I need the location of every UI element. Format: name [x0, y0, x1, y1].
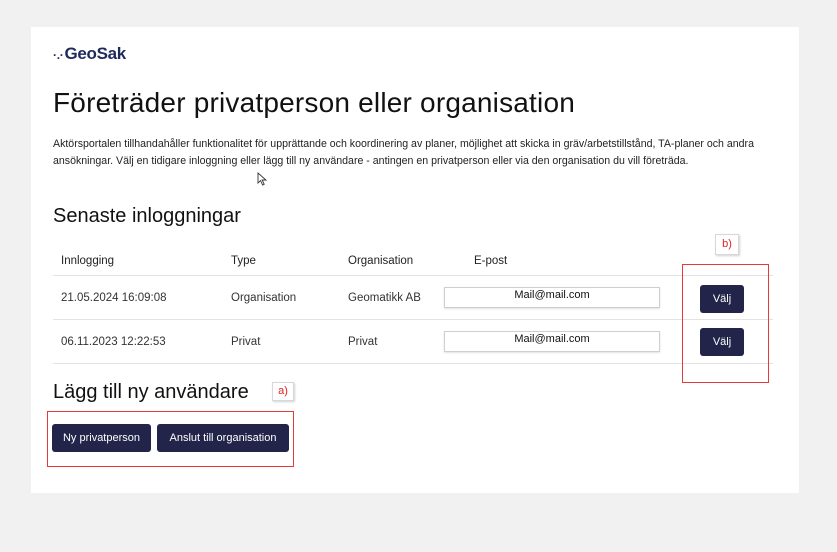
column-header-email: E-post	[474, 255, 508, 267]
row-type: Privat	[231, 336, 261, 348]
logo-dots: ·.·	[53, 48, 64, 62]
row-organisation: Privat	[348, 336, 378, 348]
recent-logins-heading: Senaste inloggningar	[53, 205, 241, 227]
column-header-login: Innlogging	[61, 255, 115, 267]
column-header-organisation: Organisation	[348, 255, 414, 267]
table-divider	[53, 363, 773, 364]
table-divider	[53, 275, 773, 276]
annotation-label-b: b)	[715, 234, 739, 255]
annotation-box-b	[682, 264, 769, 383]
main-card: ·.·GeoSak Företräder privatperson eller …	[31, 27, 799, 493]
mouse-pointer-icon	[257, 172, 268, 189]
row-login-time: 21.05.2024 16:09:08	[61, 292, 167, 304]
row-organisation: Geomatikk AB	[348, 292, 421, 304]
annotation-box-a	[47, 411, 294, 467]
logo-text: GeoSak	[64, 44, 126, 63]
row-email-field[interactable]: Mail@mail.com	[444, 287, 660, 308]
geosak-logo[interactable]: ·.·GeoSak	[53, 44, 126, 64]
row-login-time: 06.11.2023 12:22:53	[61, 336, 166, 348]
row-email-field[interactable]: Mail@mail.com	[444, 331, 660, 352]
add-user-heading: Lägg till ny användare	[53, 381, 249, 403]
page-title: Företräder privatperson eller organisati…	[53, 87, 575, 118]
column-header-type: Type	[231, 255, 256, 267]
annotation-label-a: a)	[272, 382, 294, 401]
row-type: Organisation	[231, 292, 297, 304]
table-divider	[53, 319, 773, 320]
page-description: Aktörsportalen tillhandahåller funktiona…	[53, 138, 754, 167]
